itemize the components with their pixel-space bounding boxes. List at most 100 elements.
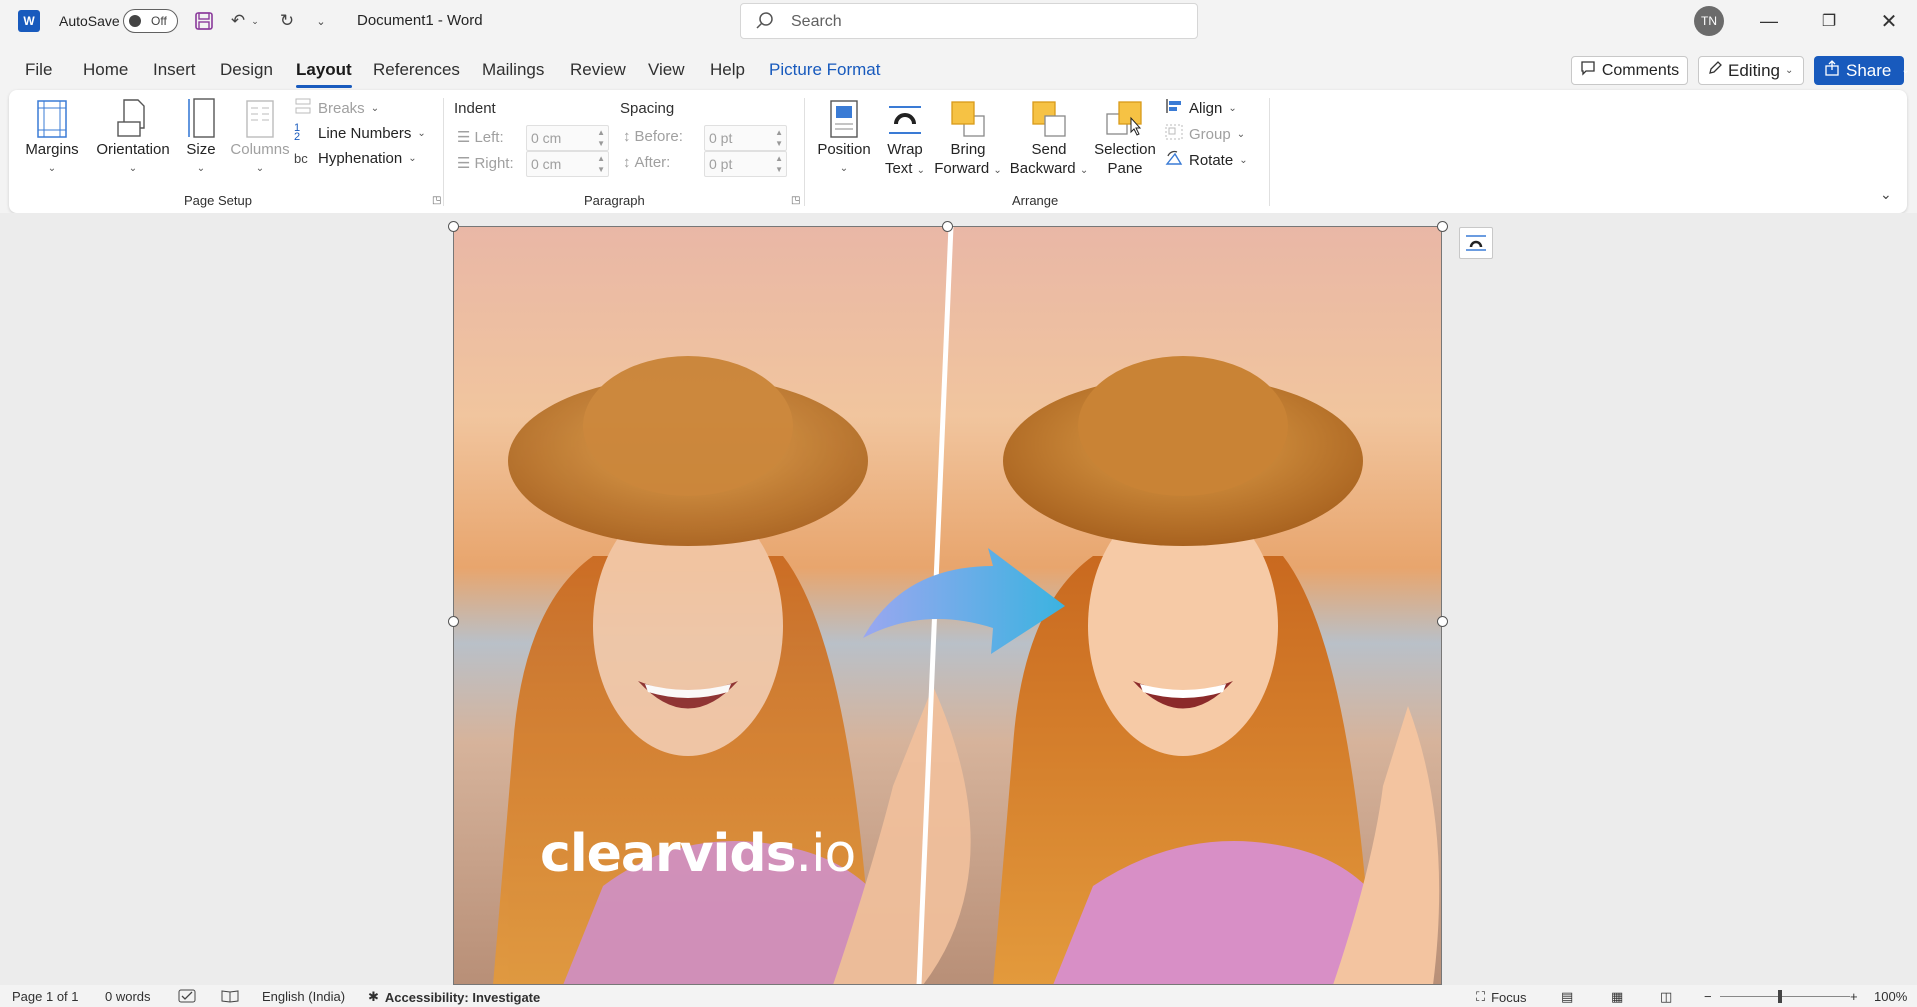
group-button[interactable]: Group ⌄ xyxy=(1165,124,1245,144)
page-setup-launcher-icon[interactable]: ◳ xyxy=(432,195,441,206)
tab-home[interactable]: Home xyxy=(83,60,128,80)
send-backward-label-2: Backward xyxy=(1009,160,1076,177)
spacing-after-input[interactable]: 0 pt ▲ ▼ xyxy=(704,151,787,177)
line-numbers-icon: 12 xyxy=(294,122,301,143)
read-mode-icon[interactable]: ▤ xyxy=(1561,989,1573,1005)
paragraph-launcher-icon[interactable]: ◳ xyxy=(791,195,800,206)
tab-design[interactable]: Design xyxy=(220,60,273,80)
breaks-button[interactable]: Breaks ⌄ xyxy=(294,98,379,118)
page-count[interactable]: Page 1 of 1 xyxy=(12,989,79,1004)
ribbon: Margins ⌄ Orientation ⌄ Size ⌄ Columns ⌄… xyxy=(9,90,1907,213)
chevron-down-icon: ⌄ xyxy=(417,127,426,139)
page-setup-group-label: Page Setup xyxy=(184,193,252,208)
editing-mode-button[interactable]: Editing ⌄ xyxy=(1698,56,1804,85)
toggle-knob xyxy=(129,15,141,27)
close-icon[interactable]: ✕ xyxy=(1859,0,1917,42)
bring-forward-button[interactable]: Bring Forward ⌄ xyxy=(930,96,1006,180)
web-layout-icon[interactable]: ◫ xyxy=(1660,989,1672,1005)
size-button[interactable]: Size ⌄ xyxy=(178,96,224,178)
redo-icon[interactable]: ↻ xyxy=(276,10,298,32)
margins-button[interactable]: Margins ⌄ xyxy=(25,96,79,178)
share-chevron-icon[interactable]: ⌄ xyxy=(1901,65,1909,76)
read-aloud-icon[interactable] xyxy=(221,989,239,1003)
position-button[interactable]: Position ⌄ xyxy=(814,96,874,178)
comments-button[interactable]: Comments xyxy=(1571,56,1688,85)
zoom-in-button[interactable]: + xyxy=(1850,989,1858,1004)
send-backward-button[interactable]: Send Backward ⌄ xyxy=(1007,96,1091,180)
search-box[interactable]: Search xyxy=(740,3,1198,39)
tab-references[interactable]: References xyxy=(373,60,460,80)
selection-pane-button[interactable]: Selection Pane xyxy=(1091,96,1159,178)
resize-handle-top-right[interactable] xyxy=(1437,221,1448,232)
chevron-down-icon: ⌄ xyxy=(916,165,926,176)
spin-arrows-icon[interactable]: ▲ ▼ xyxy=(597,127,605,149)
tab-view[interactable]: View xyxy=(648,60,685,80)
tab-picture-format[interactable]: Picture Format xyxy=(769,60,880,80)
hyphenation-button[interactable]: bc Hyphenation ⌄ xyxy=(294,150,417,167)
word-count[interactable]: 0 words xyxy=(105,989,151,1004)
language-status[interactable]: English (India) xyxy=(262,989,345,1004)
layout-options-icon[interactable] xyxy=(1459,227,1493,259)
columns-label: Columns xyxy=(230,141,290,158)
undo-icon[interactable]: ↶ xyxy=(227,10,249,32)
chevron-down-icon: ⌄ xyxy=(255,163,265,174)
indent-right-input[interactable]: 0 cm ▲ ▼ xyxy=(526,151,609,177)
spin-arrows-icon[interactable]: ▲ ▼ xyxy=(775,153,783,175)
tab-layout[interactable]: Layout xyxy=(296,60,352,88)
line-numbers-button[interactable]: 12 Line Numbers ⌄ xyxy=(294,122,426,143)
wrap-text-button[interactable]: Wrap Text ⌄ xyxy=(879,96,931,180)
line-numbers-label: Line Numbers xyxy=(318,124,412,142)
proofing-icon[interactable] xyxy=(178,989,196,1003)
hyphenation-label: Hyphenation xyxy=(318,150,403,167)
resize-handle-top-middle[interactable] xyxy=(942,221,953,232)
tab-file[interactable]: File xyxy=(25,60,52,80)
indent-left-input[interactable]: 0 cm ▲ ▼ xyxy=(526,125,609,151)
focus-mode-button[interactable]: ⛶ Focus xyxy=(1476,989,1527,1005)
customize-toolbar-icon[interactable]: ⌄ xyxy=(310,10,332,32)
indent-right-icon: ☰ xyxy=(457,155,471,172)
tab-mailings[interactable]: Mailings xyxy=(482,60,544,80)
chevron-down-icon: ⌄ xyxy=(128,163,138,174)
selection-pane-icon xyxy=(1091,96,1159,138)
orientation-button[interactable]: Orientation ⌄ xyxy=(87,96,179,178)
margins-label: Margins xyxy=(25,141,79,158)
undo-dropdown-icon[interactable]: ⌄ xyxy=(249,10,261,32)
avatar[interactable]: TN xyxy=(1694,6,1724,36)
orientation-label: Orientation xyxy=(96,141,170,158)
tab-help[interactable]: Help xyxy=(710,60,745,80)
chevron-down-icon: ⌄ xyxy=(1239,154,1248,166)
zoom-slider-track[interactable] xyxy=(1720,996,1850,997)
tab-review[interactable]: Review xyxy=(570,60,626,80)
autosave-state: Off xyxy=(151,14,167,28)
accessibility-icon: ✱ xyxy=(368,989,379,1004)
spin-arrows-icon[interactable]: ▲ ▼ xyxy=(597,153,605,175)
spacing-before-input[interactable]: 0 pt ▲ ▼ xyxy=(704,125,787,151)
align-button[interactable]: Align ⌄ xyxy=(1165,98,1237,118)
resize-handle-middle-left[interactable] xyxy=(448,616,459,627)
resize-handle-top-left[interactable] xyxy=(448,221,459,232)
group-icon xyxy=(1165,124,1183,144)
share-button[interactable]: Share ⌄ xyxy=(1814,56,1910,85)
wrap-text-label-2: Text xyxy=(884,160,913,177)
minimize-icon[interactable]: — xyxy=(1739,0,1799,42)
print-layout-icon[interactable]: ▦ xyxy=(1611,989,1623,1005)
group-divider xyxy=(443,98,444,206)
columns-button[interactable]: Columns ⌄ xyxy=(225,96,295,178)
bring-forward-icon xyxy=(930,96,1006,138)
collapse-ribbon-icon[interactable]: ⌄ xyxy=(1880,186,1892,203)
zoom-slider-thumb[interactable] xyxy=(1778,990,1782,1003)
accessibility-status[interactable]: ✱ Accessibility: Investigate xyxy=(368,989,540,1005)
save-icon[interactable] xyxy=(193,10,215,32)
status-bar: Page 1 of 1 0 words English (India) ✱ Ac… xyxy=(0,985,1917,1007)
zoom-out-button[interactable]: − xyxy=(1704,989,1712,1004)
restore-icon[interactable]: ❐ xyxy=(1799,0,1859,42)
spacing-after-icon: ↕ xyxy=(623,154,631,171)
watermark-logo: clearvids.io xyxy=(540,824,856,884)
autosave-toggle[interactable]: Off xyxy=(123,9,178,33)
document-title: Document1 - Word xyxy=(357,12,483,29)
zoom-level[interactable]: 100% xyxy=(1874,989,1907,1004)
spin-arrows-icon[interactable]: ▲ ▼ xyxy=(775,127,783,149)
tab-insert[interactable]: Insert xyxy=(153,60,196,80)
rotate-button[interactable]: Rotate ⌄ xyxy=(1165,150,1248,170)
resize-handle-middle-right[interactable] xyxy=(1437,616,1448,627)
